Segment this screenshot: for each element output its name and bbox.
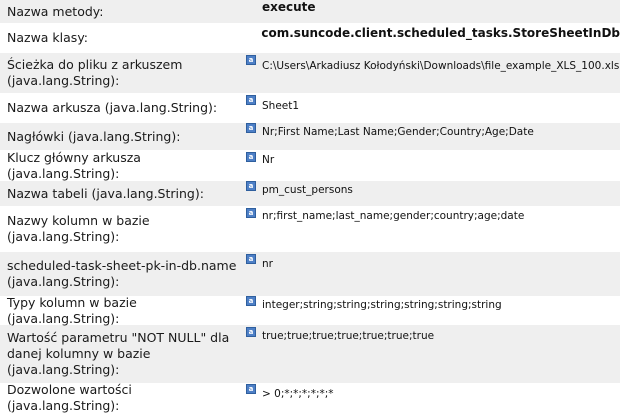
allowed-values-label: Dozwolone wartości (java.lang.String): <box>7 381 132 413</box>
db-column-names-label: Nazwy kolumn w bazie (java.lang.String): <box>7 213 150 244</box>
text-field-icon: a <box>246 55 256 65</box>
sheet-file-path-label: Ścieżka do pliku z arkuszem (java.lang.S… <box>7 57 183 88</box>
row-pk-in-db-name: scheduled-task-sheet-pk-in-db.name (java… <box>0 252 620 296</box>
text-field-icon: a <box>246 296 256 306</box>
sheet-primary-key-value: Nr <box>262 154 275 166</box>
text-field-icon: a <box>246 152 256 162</box>
table-name-value: pm_cust_persons <box>262 184 353 196</box>
row-table-name: Nazwa tabeli (java.lang.String): a pm_cu… <box>0 181 620 206</box>
class-name-label: Nazwa klasy: <box>7 30 89 45</box>
text-field-icon: a <box>246 327 256 337</box>
headers-field[interactable]: a Nr;First Name;Last Name;Gender;Country… <box>240 123 620 150</box>
db-column-types-field[interactable]: a integer;string;string;string;string;st… <box>240 296 620 325</box>
row-sheet-file-path: Ścieżka do pliku z arkuszem (java.lang.S… <box>0 53 620 93</box>
row-allowed-values: Dozwolone wartości (java.lang.String): a… <box>0 381 620 413</box>
sheet-file-path-field[interactable]: a C:\Users\Arkadiusz Kołodyński\Download… <box>240 53 620 93</box>
row-sheet-name: Nazwa arkusza (java.lang.String): a Shee… <box>0 93 620 123</box>
row-not-null-values: Wartość parametru "NOT NULL" dla danej k… <box>0 325 620 383</box>
sheet-primary-key-label: Klucz główny arkusza (java.lang.String): <box>7 149 141 181</box>
headers-label: Nagłówki (java.lang.String): <box>7 128 181 144</box>
db-column-types-value: integer;string;string;string;string;stri… <box>262 299 502 311</box>
row-db-column-names: Nazwy kolumn w bazie (java.lang.String):… <box>0 206 620 252</box>
table-name-field[interactable]: a pm_cust_persons <box>240 181 620 206</box>
class-name-value: com.suncode.client.scheduled_tasks.Store… <box>261 26 620 40</box>
text-field-icon: a <box>246 208 256 218</box>
allowed-values-field[interactable]: a > 0;*;*;*;*;*;* <box>240 383 620 412</box>
sheet-name-field[interactable]: a Sheet1 <box>240 93 620 123</box>
method-name-label: Nazwa metody: <box>7 3 104 19</box>
sheet-file-path-value: C:\Users\Arkadiusz Kołodyński\Downloads\… <box>262 60 620 72</box>
db-column-names-value: nr;first_name;last_name;gender;country;a… <box>262 210 525 222</box>
row-sheet-primary-key: Klucz główny arkusza (java.lang.String):… <box>0 150 620 181</box>
table-name-label: Nazwa tabeli (java.lang.String): <box>7 185 204 201</box>
row-method-name: Nazwa metody: execute <box>0 0 620 23</box>
text-field-icon: a <box>246 95 256 105</box>
sheet-primary-key-field[interactable]: a Nr <box>240 150 620 181</box>
pk-in-db-name-value: nr <box>262 258 273 270</box>
sheet-name-value: Sheet1 <box>262 100 300 112</box>
pk-in-db-name-field[interactable]: a nr <box>240 252 620 296</box>
text-field-icon: a <box>246 384 256 394</box>
text-field-icon: a <box>246 181 256 191</box>
text-field-icon: a <box>246 254 256 264</box>
scheduled-task-parameters-table: Nazwa metody: execute Nazwa klasy: com.s… <box>0 0 620 413</box>
text-field-icon: a <box>246 123 256 133</box>
row-db-column-types: Typy kolumn w bazie (java.lang.String): … <box>0 294 620 326</box>
headers-value: Nr;First Name;Last Name;Gender;Country;A… <box>262 126 534 138</box>
pk-in-db-name-label: scheduled-task-sheet-pk-in-db.name (java… <box>7 258 237 289</box>
db-column-types-label: Typy kolumn w bazie (java.lang.String): <box>7 294 137 326</box>
not-null-values-label: Wartość parametru "NOT NULL" dla danej k… <box>7 330 230 377</box>
allowed-values-value: > 0;*;*;*;*;*;* <box>262 388 334 400</box>
method-name-value: execute <box>262 0 316 14</box>
not-null-values-value: true;true;true;true;true;true;true <box>262 330 435 342</box>
row-headers: Nagłówki (java.lang.String): a Nr;First … <box>0 123 620 150</box>
sheet-name-label: Nazwa arkusza (java.lang.String): <box>7 100 218 115</box>
row-class-name: Nazwa klasy: com.suncode.client.schedule… <box>0 23 620 53</box>
db-column-names-field[interactable]: a nr;first_name;last_name;gender;country… <box>240 206 620 252</box>
not-null-values-field[interactable]: a true;true;true;true;true;true;true <box>240 325 620 383</box>
